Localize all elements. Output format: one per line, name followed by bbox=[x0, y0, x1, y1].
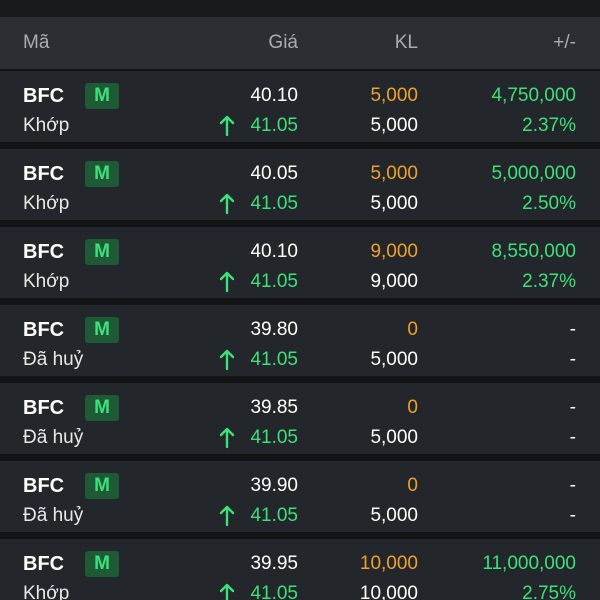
arrow-up-icon bbox=[219, 271, 235, 293]
row-order-volume: 10,000 bbox=[359, 553, 418, 574]
market-badge: M bbox=[85, 317, 119, 343]
row-matched-volume: 10,000 bbox=[359, 583, 418, 600]
row-value: 8,550,000 bbox=[491, 241, 576, 262]
table-row[interactable]: BFC M Đã huỷ 39.85 41.05 0 5,000 - - bbox=[0, 383, 600, 454]
row-order-volume: 0 bbox=[407, 397, 418, 418]
row-symbol: BFC bbox=[23, 163, 65, 185]
arrow-up-icon bbox=[219, 505, 235, 527]
row-price: 40.05 bbox=[250, 163, 298, 184]
row-order-volume: 5,000 bbox=[370, 85, 418, 106]
market-badge: M bbox=[85, 551, 119, 577]
row-ref-price: 41.05 bbox=[250, 349, 298, 370]
row-percent: 2.37% bbox=[522, 271, 576, 292]
row-matched-volume: 9,000 bbox=[370, 271, 418, 292]
row-percent: 2.75% bbox=[522, 583, 576, 600]
row-price: 40.10 bbox=[250, 85, 298, 106]
row-percent: - bbox=[569, 505, 576, 526]
row-ref-price: 41.05 bbox=[250, 115, 298, 136]
row-percent: 2.50% bbox=[522, 193, 576, 214]
row-value: 11,000,000 bbox=[482, 553, 576, 574]
row-matched-volume: 5,000 bbox=[370, 193, 418, 214]
arrow-up-icon bbox=[219, 115, 235, 137]
row-symbol: BFC bbox=[23, 319, 65, 341]
row-ref-price: 41.05 bbox=[250, 427, 298, 448]
row-order-volume: 0 bbox=[407, 319, 418, 340]
row-matched-volume: 5,000 bbox=[370, 427, 418, 448]
market-badge: M bbox=[85, 473, 119, 499]
arrow-up-icon bbox=[219, 583, 235, 600]
row-status: Đã huỷ bbox=[23, 427, 84, 448]
row-status: Đã huỷ bbox=[23, 505, 84, 526]
row-order-volume: 5,000 bbox=[370, 163, 418, 184]
row-price: 40.10 bbox=[250, 241, 298, 262]
arrow-up-icon bbox=[219, 193, 235, 215]
row-ref-price: 41.05 bbox=[250, 271, 298, 292]
row-ref-price: 41.05 bbox=[250, 583, 298, 600]
header-volume: KL bbox=[394, 32, 418, 53]
order-list[interactable]: BFC M Khớp 40.10 41.05 5,000 5,000 4,750… bbox=[0, 71, 600, 600]
row-value: - bbox=[569, 397, 576, 418]
table-row[interactable]: BFC M Khớp 40.10 41.05 9,000 9,000 8,550… bbox=[0, 227, 600, 298]
row-value: - bbox=[569, 475, 576, 496]
row-symbol: BFC bbox=[23, 85, 65, 107]
arrow-up-icon bbox=[219, 427, 235, 449]
row-symbol: BFC bbox=[23, 553, 65, 575]
row-status: Khớp bbox=[23, 115, 70, 136]
header-change: +/- bbox=[553, 32, 576, 53]
row-price: 39.85 bbox=[250, 397, 298, 418]
row-ref-price: 41.05 bbox=[250, 505, 298, 526]
row-price: 39.80 bbox=[250, 319, 298, 340]
order-history-screen: Mã Giá KL +/- BFC M Khớp 40.10 41.05 5,0… bbox=[0, 0, 600, 600]
market-badge: M bbox=[85, 239, 119, 265]
market-badge: M bbox=[85, 161, 119, 187]
row-symbol: BFC bbox=[23, 241, 65, 263]
header-symbol: Mã bbox=[23, 32, 50, 53]
row-order-volume: 0 bbox=[407, 475, 418, 496]
row-percent: 2.37% bbox=[522, 115, 576, 136]
row-matched-volume: 5,000 bbox=[370, 115, 418, 136]
row-status: Đã huỷ bbox=[23, 349, 84, 370]
table-row[interactable]: BFC M Đã huỷ 39.90 41.05 0 5,000 - - bbox=[0, 461, 600, 532]
header-price: Giá bbox=[268, 32, 298, 53]
table-row[interactable]: BFC M Khớp 40.10 41.05 5,000 5,000 4,750… bbox=[0, 71, 600, 142]
row-matched-volume: 5,000 bbox=[370, 505, 418, 526]
arrow-up-icon bbox=[219, 349, 235, 371]
row-percent: - bbox=[569, 349, 576, 370]
top-strip bbox=[0, 0, 600, 17]
row-percent: - bbox=[569, 427, 576, 448]
table-row[interactable]: BFC M Khớp 39.95 41.05 10,000 10,000 11,… bbox=[0, 539, 600, 600]
table-row[interactable]: BFC M Khớp 40.05 41.05 5,000 5,000 5,000… bbox=[0, 149, 600, 220]
table-header: Mã Giá KL +/- bbox=[0, 17, 600, 69]
row-symbol: BFC bbox=[23, 475, 65, 497]
row-price: 39.90 bbox=[250, 475, 298, 496]
table-row[interactable]: BFC M Đã huỷ 39.80 41.05 0 5,000 - - bbox=[0, 305, 600, 376]
row-value: 5,000,000 bbox=[491, 163, 576, 184]
row-status: Khớp bbox=[23, 193, 70, 214]
row-status: Khớp bbox=[23, 583, 70, 600]
row-status: Khớp bbox=[23, 271, 70, 292]
market-badge: M bbox=[85, 83, 119, 109]
row-price: 39.95 bbox=[250, 553, 298, 574]
row-value: - bbox=[569, 319, 576, 340]
row-ref-price: 41.05 bbox=[250, 193, 298, 214]
row-symbol: BFC bbox=[23, 397, 65, 419]
row-order-volume: 9,000 bbox=[370, 241, 418, 262]
row-value: 4,750,000 bbox=[491, 85, 576, 106]
market-badge: M bbox=[85, 395, 119, 421]
row-matched-volume: 5,000 bbox=[370, 349, 418, 370]
